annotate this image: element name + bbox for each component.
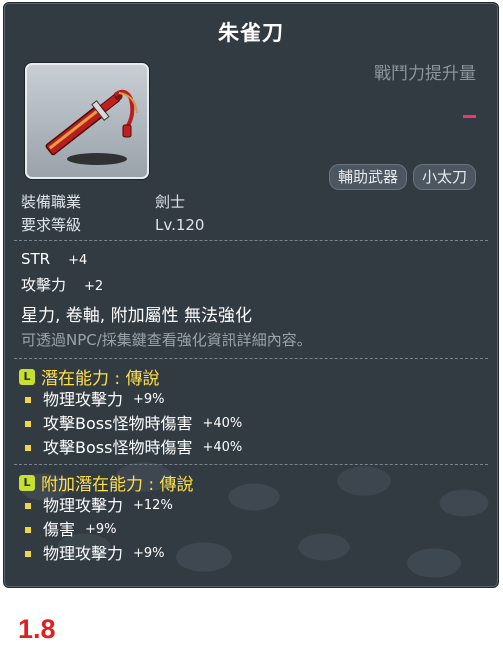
option-value: +12% — [133, 498, 173, 513]
divider — [14, 240, 488, 241]
stat-row: 攻擊力 +2 — [21, 273, 103, 299]
legendary-L-badge-icon: L — [19, 474, 35, 491]
requirement-value: 劍士 — [155, 193, 186, 211]
potential-title: 潛在能力 : 傳說 — [41, 369, 160, 389]
additional-potential-line: 傷害 +9% — [21, 518, 173, 542]
stat-row: STR +4 — [21, 247, 103, 273]
potential-line: 攻擊Boss怪物時傷害 +40% — [21, 412, 242, 436]
item-name: 朱雀刀 — [218, 21, 284, 45]
footer-label: 1.8 — [18, 614, 56, 644]
item-icon-frame — [25, 63, 149, 179]
option-name: 攻擊Boss怪物時傷害 — [43, 414, 193, 433]
option-name: 傷害 — [43, 520, 76, 539]
item-tags: 輔助武器 小太刀 — [328, 164, 476, 190]
option-value: +40% — [202, 440, 243, 455]
bullet-icon — [25, 527, 31, 533]
enhance-restrictions: 星力, 卷軸, 附加屬性 無法強化 — [21, 306, 253, 326]
bullet-icon — [25, 503, 31, 509]
option-name: 攻擊Boss怪物時傷害 — [43, 438, 193, 457]
tag-weapon-type: 小太刀 — [412, 164, 476, 190]
bullet-icon — [25, 551, 31, 557]
stat-name: STR — [21, 250, 51, 268]
power-increase-label: 戰鬥力提升量 — [374, 64, 476, 84]
bullet-icon — [25, 421, 31, 427]
stat-value: +2 — [84, 279, 104, 294]
additional-potential-lines: 物理攻擊力 +12% 傷害 +9% 物理攻擊力 +9% — [21, 494, 173, 566]
requirement-value: Lv.120 — [155, 216, 205, 234]
additional-potential-line: 物理攻擊力 +9% — [21, 542, 173, 566]
bullet-icon — [25, 397, 31, 403]
power-increase-value: - — [463, 115, 476, 118]
bullet-icon — [25, 445, 31, 451]
divider — [14, 464, 488, 465]
option-value: +9% — [85, 522, 117, 537]
requirements: 裝備職業 劍士 要求等級 Lv.120 — [21, 191, 204, 237]
item-stats: STR +4 攻擊力 +2 — [21, 247, 103, 299]
item-tooltip: 朱雀刀 戰鬥力提升量 - 輔助武器 小太刀 裝備職業 劍士 要求等級 — [3, 2, 499, 588]
requirement-key: 要求等級 — [21, 216, 82, 234]
potential-line: 攻擊Boss怪物時傷害 +40% — [21, 436, 242, 460]
stat-name: 攻擊力 — [21, 276, 67, 294]
potential-lines: 物理攻擊力 +9% 攻擊Boss怪物時傷害 +40% 攻擊Boss怪物時傷害 +40% — [21, 388, 242, 460]
red-tassel-dagger-icon — [45, 89, 138, 165]
option-name: 物理攻擊力 — [43, 390, 124, 409]
option-value: +9% — [133, 546, 165, 561]
divider — [14, 358, 488, 359]
option-name: 物理攻擊力 — [43, 544, 124, 563]
requirement-row: 要求等級 Lv.120 — [21, 214, 204, 237]
requirement-row: 裝備職業 劍士 — [21, 191, 204, 214]
option-name: 物理攻擊力 — [43, 496, 124, 515]
requirement-key: 裝備職業 — [21, 193, 82, 211]
tag-secondary-weapon: 輔助武器 — [328, 164, 407, 190]
additional-potential-title: 附加潛在能力 : 傳說 — [41, 475, 194, 495]
potential-line: 物理攻擊力 +9% — [21, 388, 242, 412]
potential-header: L 潛在能力 : 傳說 — [19, 364, 160, 389]
additional-potential-header: L 附加潛在能力 : 傳說 — [19, 470, 194, 495]
option-value: +40% — [202, 416, 243, 431]
additional-potential-line: 物理攻擊力 +12% — [21, 494, 173, 518]
stat-value: +4 — [68, 253, 88, 268]
enhance-info-note: 可透過NPC/採集鍵查看強化資訊詳細內容。 — [21, 331, 312, 349]
option-value: +9% — [133, 392, 165, 407]
legendary-L-badge-icon: L — [19, 368, 35, 385]
